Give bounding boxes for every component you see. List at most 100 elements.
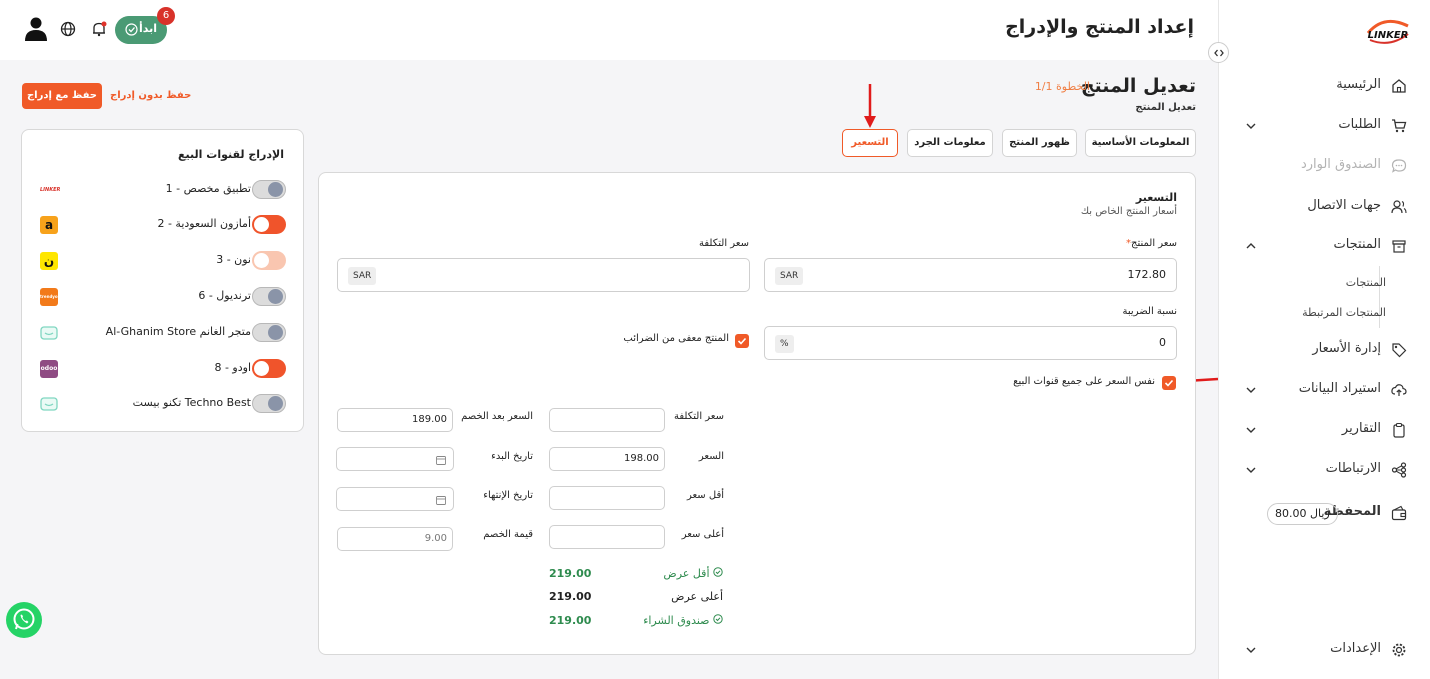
pricing-section-subtitle: أسعار المنتج الخاص بك: [1080, 206, 1177, 217]
lowest-offer-label: أقل عرض: [663, 567, 723, 580]
sidebar-item-orders[interactable]: الطلبات: [1219, 111, 1430, 141]
save-with-listing-button[interactable]: حفظ مع إدراج: [22, 83, 102, 109]
globe-icon[interactable]: [60, 21, 76, 37]
tax-rate-value: 0: [1159, 336, 1166, 349]
home-icon: [1392, 79, 1406, 93]
highest-offer-label: أعلى عرض: [671, 590, 723, 603]
buy-box-label-text: صندوق الشراء: [643, 614, 710, 627]
toggle-knob: [254, 217, 269, 232]
tab-pricing[interactable]: التسعير: [842, 129, 898, 157]
sidebar-item-label: الصندوق الوارد: [1300, 157, 1381, 172]
price-input[interactable]: 198.00: [549, 447, 665, 471]
tax-rate-input[interactable]: 0 %: [764, 326, 1177, 360]
channel-toggle[interactable]: [252, 394, 286, 413]
channel-row: تطبيق مخصص - 1 LINKER: [22, 177, 305, 203]
chat-icon: [1391, 159, 1407, 173]
contacts-icon: [1391, 200, 1407, 214]
cost-label: سعر التكلفة: [674, 411, 724, 422]
product-price-label-text: سعر المنتج: [1131, 238, 1177, 249]
tax-rate-label: نسبة الضريبة: [1122, 306, 1177, 317]
trendyol-logo: trendyol: [40, 288, 59, 306]
whatsapp-button[interactable]: [6, 602, 42, 638]
after-discount-input[interactable]: 189.00: [337, 408, 453, 432]
sidebar-item-label: استيراد البيانات: [1298, 381, 1381, 396]
toggle-knob: [268, 182, 283, 197]
sidebar-item-label: الارتباطات: [1325, 461, 1381, 476]
min-price-label: أقل سعر: [686, 490, 724, 501]
end-date-input[interactable]: [336, 487, 454, 511]
sidebar-item-home[interactable]: الرئيسية: [1219, 71, 1430, 101]
lowest-offer-label-text: أقل عرض: [663, 567, 710, 580]
chevron-down-icon: [1246, 387, 1256, 393]
check-icon: [1164, 379, 1174, 387]
sidebar-collapse-button[interactable]: [1208, 42, 1229, 63]
store-logo: [40, 397, 58, 411]
start-date-input[interactable]: [336, 447, 454, 471]
cart-icon: [1392, 119, 1407, 133]
sidebar-item-reports[interactable]: التقارير: [1219, 415, 1430, 445]
min-price-input[interactable]: [549, 486, 665, 510]
sidebar-item-label: الإعدادات: [1330, 641, 1381, 656]
sidebar-item-label: إدارة الأسعار: [1312, 341, 1381, 356]
sidebar-item-import[interactable]: استيراد البيانات: [1219, 375, 1430, 405]
channel-label: ترنديول - 6: [198, 289, 251, 302]
discount-value-label: قيمة الخصم: [483, 529, 533, 540]
percent-unit: %: [775, 335, 794, 353]
sidebar-item-label: التقارير: [1341, 421, 1381, 436]
start-button-label: ابدأ: [138, 22, 157, 35]
sidebar-subitem-products[interactable]: المنتجات: [1346, 276, 1386, 289]
lowest-offer-value: 219.00: [549, 567, 592, 580]
calendar-icon: [436, 496, 446, 505]
tab-visibility[interactable]: ظهور المنتج: [1002, 129, 1077, 157]
start-badge: 6: [157, 7, 175, 25]
same-price-label: نفس السعر على جميع قنوات البيع: [1013, 376, 1155, 387]
sidebar-item-products[interactable]: المنتجات: [1219, 231, 1430, 261]
channel-row: اودو - 8 odoo: [22, 356, 305, 382]
same-price-checkbox[interactable]: [1162, 376, 1176, 390]
channel-label: نون - 3: [216, 253, 251, 266]
sidebar-item-inbox[interactable]: الصندوق الوارد: [1219, 151, 1430, 181]
channels-title: الإدراج لقنوات البيع: [178, 148, 284, 161]
bell-icon[interactable]: [91, 21, 107, 37]
sales-channels-panel: الإدراج لقنوات البيع تطبيق مخصص - 1 LINK…: [21, 129, 304, 432]
edit-product-title: تعديل المنتج: [1080, 75, 1196, 97]
chevron-down-icon: [1246, 467, 1256, 473]
tab-basic-info[interactable]: المعلومات الأساسية: [1085, 129, 1196, 157]
sidebar-item-contacts[interactable]: جهات الاتصال: [1219, 192, 1430, 222]
channel-toggle[interactable]: [252, 251, 286, 270]
code-arrows-icon: [1213, 49, 1224, 57]
sidebar-subitem-linked-products[interactable]: المنتجات المرتبطة: [1302, 306, 1386, 319]
channel-toggle[interactable]: [252, 359, 286, 378]
cost-input[interactable]: [549, 408, 665, 432]
channel-toggle[interactable]: [252, 215, 286, 234]
whatsapp-icon: [13, 608, 35, 630]
check-icon: [737, 337, 747, 345]
save-without-listing-button[interactable]: حفظ بدون إدراج: [110, 90, 191, 101]
sidebar-item-settings[interactable]: الإعدادات: [1219, 635, 1430, 665]
sidebar: LINKER الرئيسية الطلبات الصندوق الوارد ج…: [1218, 0, 1430, 679]
channel-row: نون - 3 ن: [22, 248, 305, 274]
tax-exempt-label: المنتج معفى من الضرائب: [623, 333, 729, 344]
cost-price-input[interactable]: SAR: [337, 258, 750, 292]
toggle-knob: [254, 253, 269, 268]
tab-inventory[interactable]: معلومات الجرد: [907, 129, 993, 157]
sidebar-item-integrations[interactable]: الارتباطات: [1219, 455, 1430, 485]
product-price-input[interactable]: 172.80 SAR: [764, 258, 1177, 292]
noon-logo: ن: [40, 252, 58, 270]
sidebar-item-pricing[interactable]: إدارة الأسعار: [1219, 335, 1430, 365]
channel-toggle[interactable]: [252, 180, 286, 199]
discount-value-input[interactable]: 9.00: [337, 527, 453, 551]
cost-price-label: سعر التكلفة: [699, 238, 749, 249]
edit-product-subtitle: تعديل المنتج: [1135, 102, 1196, 113]
sidebar-item-label: الرئيسية: [1336, 77, 1381, 92]
channel-toggle[interactable]: [252, 287, 286, 306]
share-icon: [1391, 462, 1407, 478]
max-price-input[interactable]: [549, 525, 665, 549]
channel-toggle[interactable]: [252, 323, 286, 342]
user-icon[interactable]: [25, 17, 47, 41]
tax-exempt-checkbox[interactable]: [735, 334, 749, 348]
start-date-label: تاريخ البدء: [491, 451, 533, 462]
channel-row: تكنو بيست Techno Best: [22, 391, 305, 417]
channel-label: تطبيق مخصص - 1: [165, 182, 251, 195]
channel-row: Al-Ghanim Store متجر الغانم: [22, 320, 305, 346]
